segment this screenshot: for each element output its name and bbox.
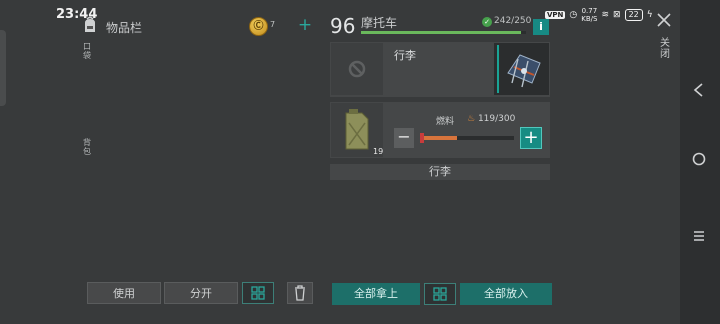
coin-icon: Ⓒ — [249, 17, 268, 36]
fuel-label: 燃料 — [436, 117, 455, 127]
trash-icon — [295, 285, 305, 301]
trunk-title: 行李 — [330, 164, 550, 180]
home-icon[interactable] — [692, 152, 706, 166]
close-icon[interactable] — [656, 12, 672, 28]
fuel-decrease-button[interactable]: − — [394, 128, 414, 148]
recents-icon[interactable] — [692, 229, 706, 243]
fuel-value: ♨ 119/300 — [467, 114, 516, 124]
back-icon[interactable] — [692, 83, 706, 97]
fuel-item-qty: 19 — [373, 147, 384, 156]
vehicle-durability: 242/250 — [494, 16, 532, 26]
backpack-label: 背包 — [83, 138, 91, 156]
fuel-slider-fill — [420, 136, 458, 140]
fuel-slider-handle[interactable] — [420, 133, 424, 143]
charging-icon: ϟ — [646, 10, 653, 20]
fuel-flame-icon: ♨ — [467, 114, 476, 124]
vehicle-name: 摩托车 — [361, 16, 398, 30]
side-drawer-handle[interactable] — [0, 30, 6, 106]
equipment-label: 行李 — [394, 49, 416, 62]
inventory-title: 物品栏 — [106, 21, 143, 35]
take-all-button[interactable]: 全部拿上 — [332, 283, 420, 305]
equipped-bag-slot[interactable] — [494, 43, 549, 95]
fuel-item-slot[interactable]: 19 — [331, 103, 383, 157]
split-button[interactable]: 分开 — [164, 282, 238, 304]
info-icon[interactable]: i — [533, 19, 549, 35]
equipment-slot-empty[interactable] — [331, 43, 383, 95]
pockets-label: 口袋 — [83, 42, 91, 60]
backpack-equipped-icon — [497, 45, 541, 93]
fuel-increase-button[interactable]: + — [520, 127, 542, 149]
vehicle-level: 96 — [330, 14, 356, 38]
network-speed: 0.77 KB/S — [581, 7, 598, 23]
grid-icon — [433, 287, 447, 301]
close-label[interactable]: 关闭 — [660, 38, 670, 60]
grid-icon — [251, 286, 265, 300]
durability-bar-fill — [361, 31, 521, 34]
sort-grid-button[interactable] — [242, 282, 274, 304]
wifi-icon: ≋ — [601, 10, 610, 20]
durability-icon: ✓ — [482, 17, 492, 27]
coin-count: 7 — [270, 20, 276, 29]
vpn-badge: VPN — [545, 11, 566, 19]
use-button[interactable]: 使用 — [87, 282, 161, 304]
put-all-button[interactable]: 全部放入 — [460, 283, 552, 305]
durability-bar — [361, 31, 526, 34]
backpack-icon — [85, 16, 95, 32]
fuel-slider[interactable] — [420, 136, 514, 140]
status-icons: VPN ◷ 0.77 KB/S ≋ ⊠ 22 ϟ — [545, 6, 653, 24]
alarm-icon: ◷ — [569, 10, 578, 20]
inventory-header: 物品栏 Ⓒ 7 + — [82, 14, 322, 38]
battery-indicator: 22 — [624, 9, 643, 21]
navigation-bar — [680, 0, 720, 324]
add-coins-button[interactable]: + — [296, 17, 314, 34]
trunk-sort-button[interactable] — [424, 283, 456, 305]
no-entry-icon — [348, 60, 366, 78]
sim-icon: ⊠ — [613, 10, 621, 20]
discard-button[interactable] — [287, 282, 313, 304]
